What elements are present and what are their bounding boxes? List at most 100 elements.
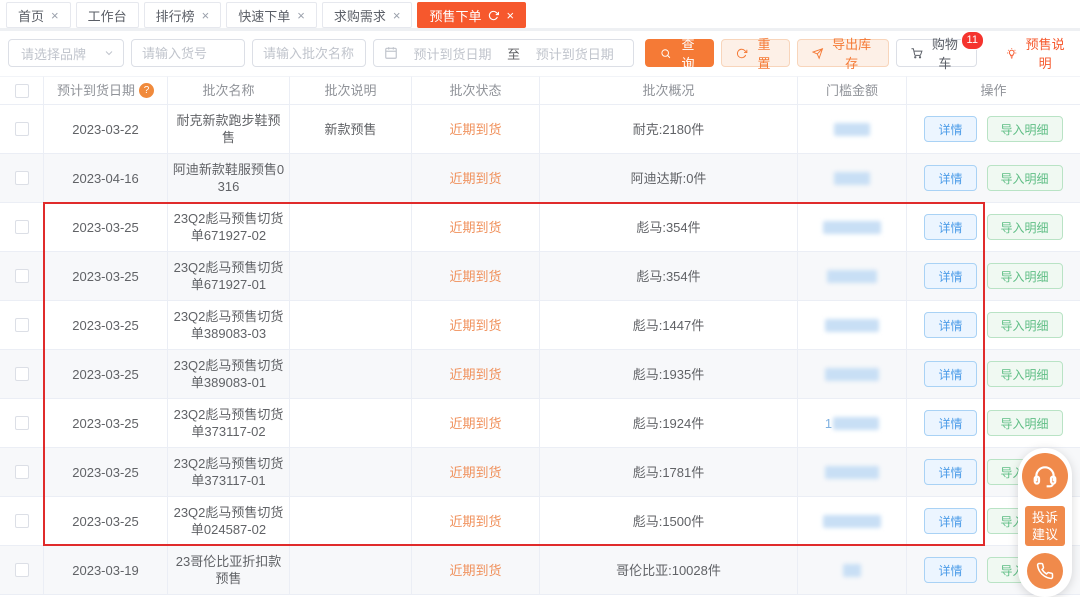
detail-button[interactable]: 详情 (924, 557, 976, 583)
detail-button[interactable]: 详情 (924, 508, 976, 534)
cell-threshold-amount (798, 546, 907, 595)
masked-amount (823, 515, 881, 528)
cart-button[interactable]: 购物车 11 (896, 39, 977, 67)
cell-batch-desc (290, 399, 412, 448)
import-detail-button[interactable]: 导入明细 (987, 361, 1063, 387)
row-checkbox[interactable] (15, 171, 29, 185)
cell-date: 2023-03-25 (44, 350, 168, 399)
detail-button[interactable]: 详情 (924, 312, 976, 338)
cell-batch-name: 23Q2彪马预售切货单671927-02 (168, 203, 290, 252)
tab-ranking[interactable]: 排行榜 × (144, 2, 222, 28)
cell-batch-summary: 彪马:1935件 (540, 350, 798, 399)
detail-button[interactable]: 详情 (924, 361, 976, 387)
date-range-picker[interactable]: 预计到货日期 至 预计到货日期 (373, 39, 634, 67)
presale-note-button[interactable]: 预售说明 (1002, 39, 1072, 67)
headset-icon (1032, 463, 1058, 489)
cell-actions: 详情导入明细 (907, 154, 1080, 203)
table-row: 2023-03-1923哥伦比亚折扣款预售近期到货哥伦比亚:10028件详情导入… (0, 546, 1080, 595)
cell-batch-desc (290, 448, 412, 497)
close-icon[interactable]: × (202, 9, 210, 22)
cell-threshold-amount (798, 301, 907, 350)
table-row: 2023-03-2523Q2彪马预售切货单671927-01近期到货彪马:354… (0, 252, 1080, 301)
row-checkbox[interactable] (15, 318, 29, 332)
close-icon[interactable]: × (506, 9, 514, 22)
cell-threshold-amount (798, 350, 907, 399)
tab-quick-order[interactable]: 快速下单 × (226, 2, 317, 28)
masked-amount (834, 172, 870, 185)
presale-batch-table: 预计到货日期 ? 批次名称 批次说明 批次状态 批次概况 门槛金额 操作 202… (0, 76, 1080, 595)
cell-batch-desc (290, 301, 412, 350)
detail-button[interactable]: 详情 (924, 165, 976, 191)
customer-service-button[interactable] (1022, 453, 1068, 499)
date-separator: 至 (507, 44, 520, 63)
tab-workbench[interactable]: 工作台 (76, 2, 139, 28)
export-inventory-button[interactable]: 导出库存 (797, 39, 889, 67)
import-detail-button[interactable]: 导入明细 (987, 165, 1063, 191)
complaint-suggestion-button[interactable]: 投诉建议 (1025, 506, 1065, 546)
cell-threshold-amount (798, 448, 907, 497)
phone-icon (1036, 562, 1054, 580)
batch-name-input[interactable] (252, 39, 366, 67)
cell-batch-status: 近期到货 (412, 448, 540, 497)
tab-home[interactable]: 首页 × (6, 2, 71, 28)
reset-button[interactable]: 重置 (721, 39, 790, 67)
masked-amount (825, 368, 879, 381)
masked-amount (834, 123, 870, 136)
close-icon[interactable]: × (51, 9, 59, 22)
cell-date: 2023-03-22 (44, 105, 168, 154)
detail-button[interactable]: 详情 (924, 459, 976, 485)
cell-batch-name: 23哥伦比亚折扣款预售 (168, 546, 290, 595)
row-checkbox[interactable] (15, 514, 29, 528)
header-actions: 操作 (907, 76, 1080, 105)
cart-badge: 11 (961, 31, 984, 50)
tab-purchase-request[interactable]: 求购需求 × (322, 2, 413, 28)
phone-button[interactable] (1027, 553, 1063, 589)
cell-actions: 详情导入明细 (907, 301, 1080, 350)
table-row: 2023-03-22耐克新款跑步鞋预售新款预售近期到货耐克:2180件详情导入明… (0, 105, 1080, 154)
cell-batch-status: 近期到货 (412, 252, 540, 301)
cell-batch-name: 23Q2彪马预售切货单373117-01 (168, 448, 290, 497)
sku-input[interactable] (131, 39, 245, 67)
tab-label: 求购需求 (334, 6, 386, 25)
import-detail-button[interactable]: 导入明细 (987, 410, 1063, 436)
help-icon[interactable]: ? (139, 83, 154, 98)
row-checkbox[interactable] (15, 269, 29, 283)
import-detail-button[interactable]: 导入明细 (987, 214, 1063, 240)
cell-threshold-amount (798, 105, 907, 154)
import-detail-button[interactable]: 导入明细 (987, 312, 1063, 338)
row-checkbox[interactable] (15, 465, 29, 479)
cell-batch-name: 23Q2彪马预售切货单024587-02 (168, 497, 290, 546)
refresh-icon[interactable] (488, 10, 499, 21)
masked-amount (823, 221, 881, 234)
cell-batch-name: 23Q2彪马预售切货单671927-01 (168, 252, 290, 301)
close-icon[interactable]: × (393, 9, 401, 22)
select-all-checkbox[interactable] (15, 84, 29, 98)
cell-threshold-amount (798, 203, 907, 252)
table-row: 2023-03-2523Q2彪马预售切货单373117-02近期到货彪马:192… (0, 399, 1080, 448)
cart-icon (911, 47, 922, 60)
cell-batch-name: 耐克新款跑步鞋预售 (168, 105, 290, 154)
import-detail-button[interactable]: 导入明细 (987, 263, 1063, 289)
row-checkbox[interactable] (15, 367, 29, 381)
cell-batch-status: 近期到货 (412, 350, 540, 399)
row-checkbox[interactable] (15, 416, 29, 430)
detail-button[interactable]: 详情 (924, 116, 976, 142)
bulb-icon (1006, 47, 1017, 60)
detail-button[interactable]: 详情 (924, 410, 976, 436)
close-icon[interactable]: × (297, 9, 305, 22)
row-checkbox[interactable] (15, 563, 29, 577)
detail-button[interactable]: 详情 (924, 214, 976, 240)
table-row: 2023-03-2523Q2彪马预售切货单671927-02近期到货彪马:354… (0, 203, 1080, 252)
detail-button[interactable]: 详情 (924, 263, 976, 289)
search-button[interactable]: 查询 (645, 39, 714, 67)
cell-threshold-amount (798, 497, 907, 546)
brand-select[interactable]: 请选择品牌 (8, 39, 124, 67)
row-checkbox[interactable] (15, 122, 29, 136)
cell-actions: 详情导入明细 (907, 105, 1080, 154)
import-detail-button[interactable]: 导入明细 (987, 116, 1063, 142)
cell-batch-status: 近期到货 (412, 301, 540, 350)
tab-presale-order[interactable]: 预售下单 × (417, 2, 526, 28)
cell-batch-summary: 彪马:354件 (540, 252, 798, 301)
row-checkbox[interactable] (15, 220, 29, 234)
cell-batch-desc: 新款预售 (290, 105, 412, 154)
